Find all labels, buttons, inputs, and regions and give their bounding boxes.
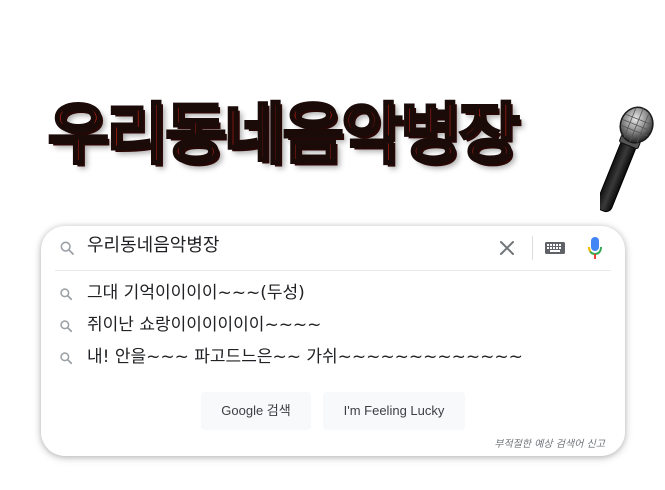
search-icon xyxy=(60,241,74,255)
logo: 우리동네음악병장 xyxy=(0,88,665,218)
suggestion-text: 그대 기억이이이이~~~(두성) xyxy=(87,283,305,303)
search-bar[interactable]: 우리동네음악병장 xyxy=(41,226,625,270)
divider xyxy=(532,236,533,260)
keyboard-icon[interactable] xyxy=(544,240,566,256)
microphone-icon xyxy=(600,106,654,213)
divider xyxy=(55,270,611,271)
suggestion-item[interactable]: 내! 안을~~~ 파고드느은~~ 가쉬~~~~~~~~~~~~~ xyxy=(41,342,625,372)
google-search-button[interactable]: Google 검색 xyxy=(201,392,311,430)
search-icon xyxy=(60,288,73,301)
button-row: Google 검색 I'm Feeling Lucky xyxy=(41,392,625,430)
search-icon xyxy=(60,352,73,365)
suggestion-item[interactable]: 쥐이난 쇼랑이이이이이이~~~~ xyxy=(41,310,625,340)
suggestion-item[interactable]: 그대 기억이이이이~~~(두성) xyxy=(41,278,625,308)
logo-text: 우리동네음악병장 xyxy=(47,96,522,173)
suggestion-text: 쥐이난 쇼랑이이이이이이~~~~ xyxy=(87,315,322,335)
search-input[interactable]: 우리동네음악병장 xyxy=(87,234,219,258)
microphone-icon[interactable] xyxy=(587,236,603,260)
search-box: 우리동네음악병장 그대 기억이이이이~~~(두성) 쥐이난 쇼랑이이이이이이~~… xyxy=(41,226,625,456)
search-icon xyxy=(60,320,73,333)
suggestion-text: 내! 안을~~~ 파고드느은~~ 가쉬~~~~~~~~~~~~~ xyxy=(87,347,523,367)
report-predictions-link[interactable]: 부적절한 예상 검색어 신고 xyxy=(494,435,605,450)
close-icon[interactable] xyxy=(497,238,517,258)
feeling-lucky-button[interactable]: I'm Feeling Lucky xyxy=(323,392,465,430)
